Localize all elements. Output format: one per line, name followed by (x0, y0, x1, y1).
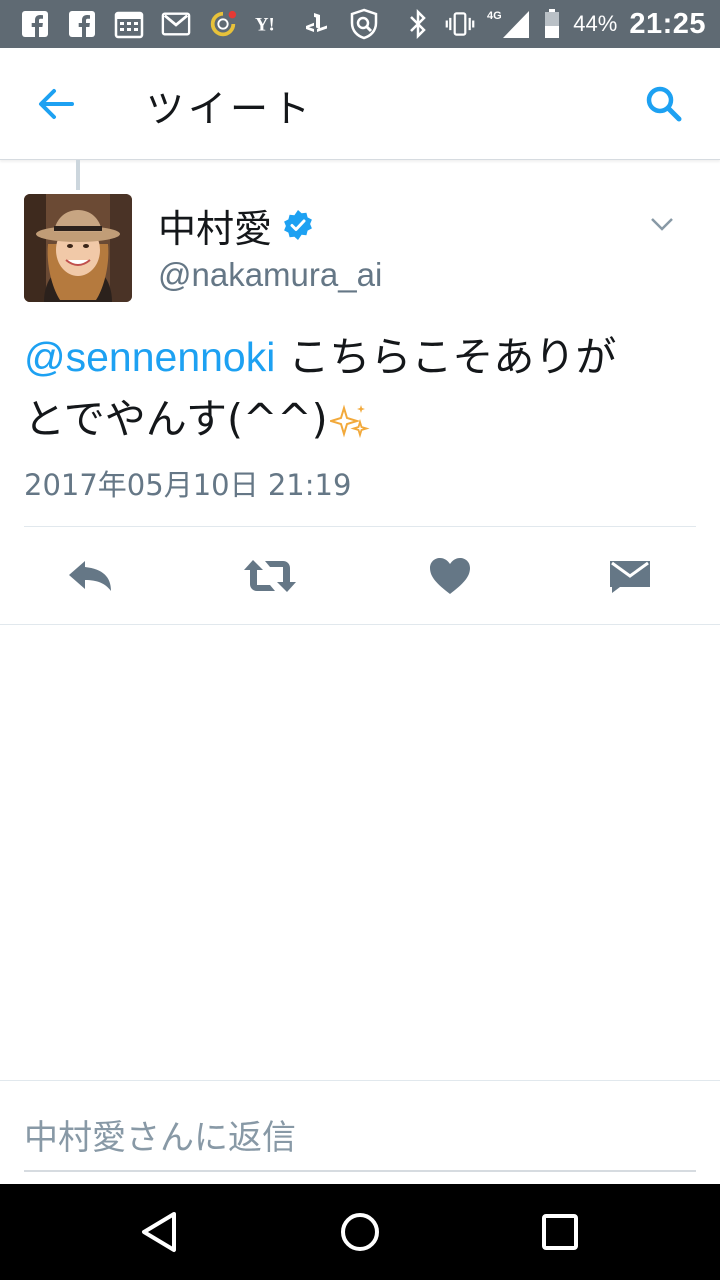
mention-link[interactable]: @sennennoki (24, 334, 275, 380)
facebook-icon (20, 9, 50, 39)
playstation-icon (302, 9, 332, 39)
reply-input[interactable]: 中村愛さんに返信 (24, 1094, 696, 1172)
like-icon (430, 558, 470, 594)
avatar[interactable] (24, 194, 132, 302)
back-button[interactable] (32, 82, 80, 126)
reply-placeholder: 中村愛さんに返信 (24, 1118, 296, 1158)
author-display-name[interactable]: 中村愛 (158, 198, 272, 253)
direct-message-icon (610, 561, 650, 593)
reply-button[interactable] (60, 546, 120, 606)
divider (0, 624, 720, 625)
retweet-button[interactable] (240, 546, 300, 606)
yahoo-icon: Y! (255, 9, 285, 39)
clock: 21:25 (629, 7, 706, 40)
tweet-menu-button[interactable] (648, 210, 676, 238)
circle-home-icon (341, 1213, 379, 1251)
nav-recents-button[interactable] (536, 1208, 584, 1256)
calendar-icon (114, 9, 144, 39)
nav-home-button[interactable] (336, 1208, 384, 1256)
network-type: 4G (487, 10, 502, 22)
divider (0, 1080, 720, 1081)
divider (24, 526, 696, 527)
system-status: 4G 44% 21:25 (403, 6, 706, 42)
tweet-actions (0, 546, 720, 606)
battery-icon (543, 9, 561, 39)
search-button[interactable] (642, 82, 686, 126)
facebook-icon (67, 9, 97, 39)
tweet-timestamp: 2017年05月10日 21:19 (24, 468, 352, 502)
signal-icon: 4G (487, 9, 531, 39)
retweet-icon (244, 560, 296, 592)
square-recents-icon (542, 1214, 578, 1250)
vibrate-icon (445, 9, 475, 39)
app-header: ツイート (0, 48, 720, 160)
verified-badge-icon (284, 210, 312, 240)
chevron-down-icon (651, 218, 673, 231)
loop-app-icon (208, 9, 238, 39)
system-nav-bar (0, 1184, 720, 1280)
reply-icon (69, 561, 111, 591)
bluetooth-icon (403, 9, 433, 39)
thread-line (76, 160, 80, 190)
search-icon (646, 86, 682, 122)
nav-back-button[interactable] (136, 1208, 184, 1256)
tweet-text-line2: とでやんす(^^) (24, 395, 328, 443)
like-button[interactable] (420, 546, 480, 606)
author-name-row[interactable]: 中村愛 (158, 202, 314, 251)
svg-text:Y!: Y! (255, 15, 275, 36)
shield-icon (349, 8, 379, 40)
battery-percent: 44% (573, 11, 618, 36)
status-bar: Y! 4G 44% 21:25 (0, 0, 720, 48)
tweet-text: @sennennoki こちらこそありが とでやんす(^^) (24, 326, 694, 450)
triangle-back-icon (142, 1212, 176, 1252)
author-handle[interactable]: @nakamura_ai (158, 256, 382, 294)
page-title: ツイート (146, 87, 315, 131)
sparkles-icon (329, 404, 370, 439)
gmail-icon (161, 9, 191, 39)
arrow-left-icon (39, 89, 74, 119)
notification-icons: Y! (20, 8, 379, 40)
direct-message-button[interactable] (600, 546, 660, 606)
tweet-text-line1: こちらこそありが (275, 333, 617, 381)
